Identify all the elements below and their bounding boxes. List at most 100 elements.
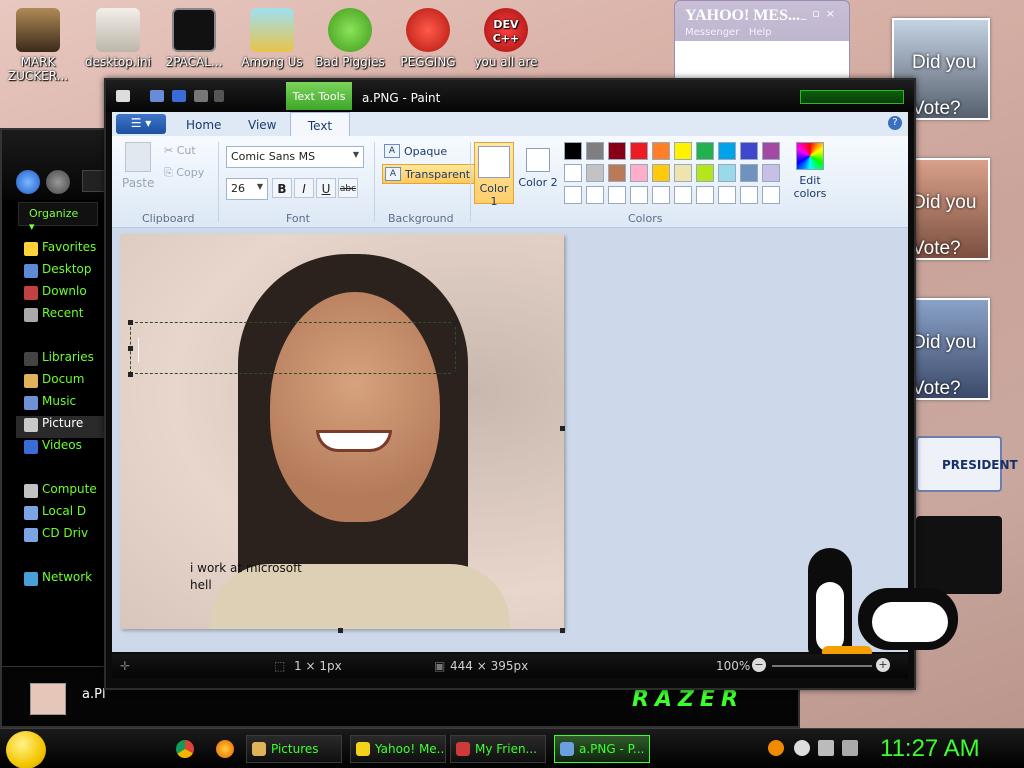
organize-button[interactable]: Organize ▾ (18, 202, 98, 233)
palette-swatch[interactable] (740, 142, 758, 160)
palette-swatch[interactable] (630, 186, 648, 204)
chrome-icon[interactable] (176, 740, 194, 758)
yahoo-messenger-window[interactable]: YAHOO! MES... _▫× Messenger Help (674, 0, 850, 80)
underline-button[interactable]: U (316, 178, 336, 198)
palette-swatch[interactable] (696, 164, 714, 182)
volume-icon[interactable] (842, 740, 858, 756)
desktop-icon-4[interactable]: Bad Piggies (312, 8, 388, 69)
sidebar-item-favorites[interactable]: Favorites (16, 240, 112, 262)
palette-swatch[interactable] (762, 186, 780, 204)
desktop-icon-6[interactable]: DEV C++ you all are (468, 8, 544, 69)
palette-swatch[interactable] (696, 186, 714, 204)
back-arrow-icon[interactable] (16, 170, 40, 194)
taskbar-button[interactable]: a.PNG - P... (554, 735, 650, 763)
taskbar-button[interactable]: My Frien... (450, 735, 546, 763)
sidebar-item-network[interactable]: Network (16, 570, 112, 592)
clock[interactable]: 11:27 AM (880, 735, 980, 763)
taskbar-button[interactable]: Pictures (246, 735, 342, 763)
resize-handle[interactable] (128, 320, 133, 325)
sidebar-item-picture[interactable]: Picture (16, 416, 112, 438)
palette-swatch[interactable] (674, 142, 692, 160)
help-icon[interactable]: ? (888, 116, 902, 130)
text-input-box[interactable] (130, 322, 456, 374)
opaque-option[interactable]: A Opaque (382, 142, 451, 162)
search-icon[interactable] (768, 740, 784, 756)
palette-swatch[interactable] (652, 186, 670, 204)
zoom-out-button[interactable]: − (752, 658, 766, 672)
resize-handle[interactable] (128, 346, 133, 351)
start-button[interactable] (6, 731, 46, 768)
palette-swatch[interactable] (740, 164, 758, 182)
strikethrough-button[interactable]: abc (338, 178, 358, 198)
paint-window[interactable]: Text Tools a.PNG - Paint ☰ ▾ Home View T… (104, 78, 958, 690)
desktop-icon-3[interactable]: Among Us (234, 8, 310, 69)
tab-home[interactable]: Home (176, 115, 231, 136)
undo-icon[interactable] (172, 90, 186, 102)
palette-swatch[interactable] (608, 186, 626, 204)
transparent-option[interactable]: A Transparent (382, 164, 476, 184)
palette-swatch[interactable] (718, 164, 736, 182)
palette-swatch[interactable] (586, 142, 604, 160)
paint-menu-button[interactable]: ☰ ▾ (116, 114, 166, 134)
canvas-area[interactable]: i work at microsoft hell (112, 228, 958, 658)
taskbar-button[interactable]: Yahoo! Me... (350, 735, 446, 763)
color1-selector[interactable]: Color 1 (474, 142, 514, 208)
copy-button[interactable]: ⎘ Copy (164, 166, 204, 180)
font-family-select[interactable]: Comic Sans MS ▼ (226, 146, 364, 168)
yahoo-menu-help[interactable]: Help (749, 27, 772, 38)
palette-swatch[interactable] (740, 186, 758, 204)
palette-swatch[interactable] (586, 186, 604, 204)
sidebar-item-local-d[interactable]: Local D (16, 504, 112, 526)
zoom-slider[interactable] (772, 665, 872, 667)
color2-selector[interactable]: Color 2 (518, 142, 558, 204)
italic-button[interactable]: I (294, 178, 314, 198)
resize-handle[interactable] (128, 372, 133, 377)
edit-colors-button[interactable]: Edit colors (788, 142, 832, 200)
sidebar-item-desktop[interactable]: Desktop (16, 262, 112, 284)
resize-handle[interactable] (453, 320, 458, 325)
tab-view[interactable]: View (238, 115, 286, 136)
sidebar-item-downlo[interactable]: Downlo (16, 284, 112, 306)
desktop-icon-1[interactable]: desktop.ini (80, 8, 156, 69)
sidebar-item-recent[interactable]: Recent (16, 306, 112, 328)
palette-swatch[interactable] (674, 164, 692, 182)
cut-button[interactable]: ✂ Cut (164, 144, 196, 157)
firefox-icon[interactable] (216, 740, 234, 758)
palette-swatch[interactable] (630, 142, 648, 160)
paint-app-icon[interactable] (116, 90, 130, 102)
palette-swatch[interactable] (674, 186, 692, 204)
desktop-icon-0[interactable]: MARK ZUCKER... (0, 8, 76, 83)
sidebar-item-compute[interactable]: Compute (16, 482, 112, 504)
palette-swatch[interactable] (564, 142, 582, 160)
network-icon[interactable] (818, 740, 834, 756)
palette-swatch[interactable] (696, 142, 714, 160)
canvas-resize-handle[interactable] (560, 628, 565, 633)
palette-swatch[interactable] (630, 164, 648, 182)
canvas-resize-handle[interactable] (338, 628, 343, 633)
sidebar-item-videos[interactable]: Videos (16, 438, 112, 460)
palette-swatch[interactable] (718, 186, 736, 204)
bold-button[interactable]: B (272, 178, 292, 198)
palette-swatch[interactable] (564, 186, 582, 204)
palette-swatch[interactable] (564, 164, 582, 182)
palette-swatch[interactable] (652, 142, 670, 160)
minimize-icon[interactable] (794, 740, 810, 756)
redo-icon[interactable] (194, 90, 208, 102)
sidebar-item-docum[interactable]: Docum (16, 372, 112, 394)
desktop-icon-2[interactable]: 2PACAL... (156, 8, 232, 69)
zoom-in-button[interactable]: + (876, 658, 890, 672)
canvas-resize-handle[interactable] (560, 426, 565, 431)
sidebar-item-cd-driv[interactable]: CD Driv (16, 526, 112, 548)
window-controls[interactable] (800, 90, 904, 104)
palette-swatch[interactable] (762, 164, 780, 182)
resize-handle[interactable] (453, 346, 458, 351)
palette-swatch[interactable] (586, 164, 604, 182)
sidebar-item-music[interactable]: Music (16, 394, 112, 416)
yahoo-menu[interactable]: Messenger Help (685, 27, 772, 38)
palette-swatch[interactable] (718, 142, 736, 160)
palette-swatch[interactable] (652, 164, 670, 182)
font-size-select[interactable]: 26 ▼ (226, 178, 268, 200)
customize-toolbar-icon[interactable] (214, 90, 224, 102)
forward-arrow-icon[interactable] (46, 170, 70, 194)
palette-swatch[interactable] (608, 164, 626, 182)
